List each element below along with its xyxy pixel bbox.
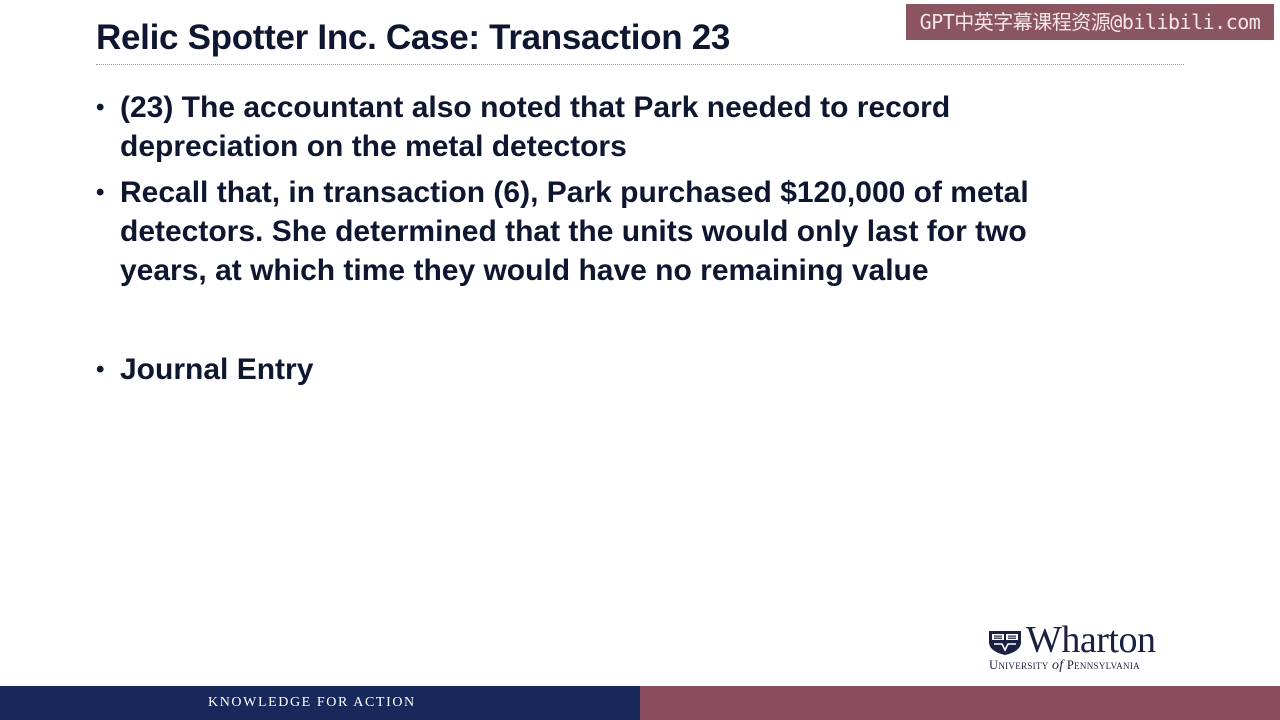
bullet-item: • Journal Entry bbox=[96, 350, 1106, 389]
footer-tagline: KNOWLEDGE FOR ACTION bbox=[208, 695, 416, 710]
watermark-label: GPT中英字幕课程资源@bilibili.com bbox=[906, 4, 1274, 40]
bullet-marker: • bbox=[96, 94, 105, 121]
logo-wordmark: Wharton bbox=[1026, 619, 1156, 661]
bullet-marker: • bbox=[96, 179, 105, 206]
shield-icon bbox=[989, 631, 1021, 655]
slide-title: Relic Spotter Inc. Case: Transaction 23 bbox=[96, 18, 731, 57]
bullet-text: (23) The accountant also noted that Park… bbox=[120, 91, 951, 163]
logo-sub-part: University bbox=[989, 658, 1052, 672]
bullet-item: • (23) The accountant also noted that Pa… bbox=[96, 88, 1106, 166]
bullet-text: Recall that, in transaction (6), Park pu… bbox=[120, 176, 1029, 287]
wharton-logo: Wharton University of Pennsylvania bbox=[988, 620, 1192, 674]
footer-bar-right bbox=[640, 686, 1280, 720]
logo-sub-part: Pennsylvania bbox=[1063, 658, 1140, 672]
logo-sub-of: of bbox=[1051, 658, 1064, 673]
slide: GPT中英字幕课程资源@bilibili.com Relic Spotter I… bbox=[0, 0, 1280, 720]
footer-bar-left: KNOWLEDGE FOR ACTION bbox=[0, 686, 640, 720]
logo-subtitle: University of Pennsylvania bbox=[989, 658, 1140, 674]
bullet-text: Journal Entry bbox=[120, 353, 314, 386]
bullet-marker: • bbox=[96, 356, 105, 383]
bullet-list: • (23) The accountant also noted that Pa… bbox=[96, 88, 1106, 396]
bullet-item: • Recall that, in transaction (6), Park … bbox=[96, 173, 1106, 290]
title-divider bbox=[96, 64, 1184, 65]
